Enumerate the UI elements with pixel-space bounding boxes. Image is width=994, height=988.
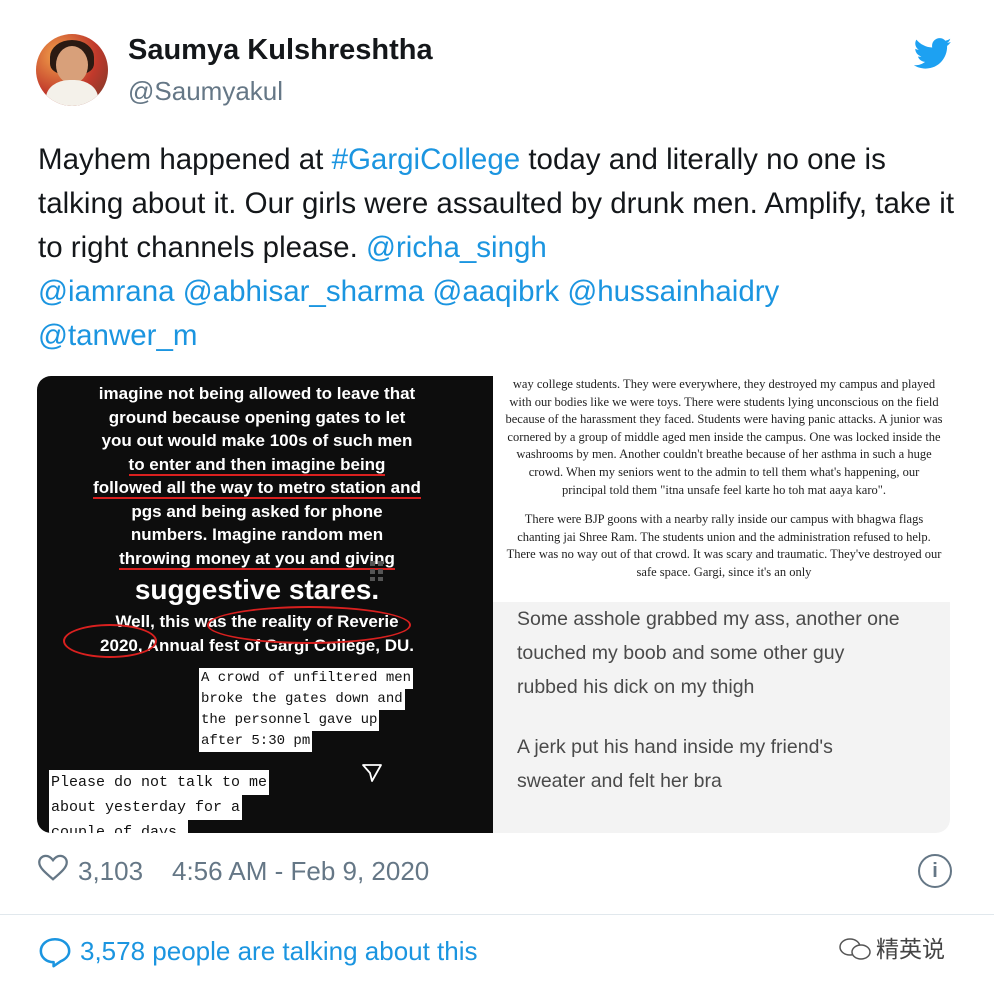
typed-caption: A crowd of unfiltered men broke the gate… — [199, 668, 414, 752]
watermark: 精英说 — [838, 930, 945, 964]
red-circle-mark — [63, 624, 157, 658]
media-image-document[interactable]: way college students. They were everywhe… — [493, 376, 950, 602]
send-icon — [362, 764, 382, 782]
media-image-chat[interactable]: Some asshole grabbed my ass, another one… — [493, 602, 950, 833]
mention-link[interactable]: @aaqibrk — [432, 275, 559, 308]
author-handle[interactable]: @Saumyakul — [128, 76, 283, 107]
typed-caption: Please do not talk to me about yesterday… — [49, 770, 270, 833]
timestamp[interactable]: 4:56 AM - Feb 9, 2020 — [172, 856, 429, 887]
mention-link[interactable]: @tanwer_m — [38, 319, 197, 352]
info-icon[interactable]: i — [918, 854, 952, 888]
mention-link[interactable]: @hussainhaidry — [567, 275, 779, 308]
media-image-left[interactable]: imagine not being allowed to leave that … — [37, 376, 493, 833]
conversation-link[interactable]: 3,578 people are talking about this — [80, 936, 478, 967]
grid-icon — [370, 561, 383, 581]
tweet-actions: 3,103 4:56 AM - Feb 9, 2020 i — [38, 852, 958, 892]
twitter-bird-icon[interactable] — [914, 38, 952, 70]
comment-bubble-icon[interactable] — [38, 936, 72, 968]
avatar[interactable] — [36, 34, 108, 106]
red-circle-mark — [207, 606, 411, 644]
divider — [0, 914, 994, 915]
wechat-icon — [839, 938, 871, 960]
author-name[interactable]: Saumya Kulshreshtha — [128, 34, 433, 67]
mention-link[interactable]: @richa_singh — [366, 231, 547, 264]
like-count[interactable]: 3,103 — [78, 856, 143, 887]
tweet-media[interactable]: imagine not being allowed to leave that … — [37, 376, 950, 833]
mention-link[interactable]: @iamrana — [38, 275, 175, 308]
tweet-text: Mayhem happened at #GargiCollege today a… — [38, 143, 955, 352]
mention-link[interactable]: @abhisar_sharma — [183, 275, 424, 308]
hashtag-link[interactable]: #GargiCollege — [332, 143, 521, 176]
heart-icon[interactable] — [38, 854, 68, 882]
